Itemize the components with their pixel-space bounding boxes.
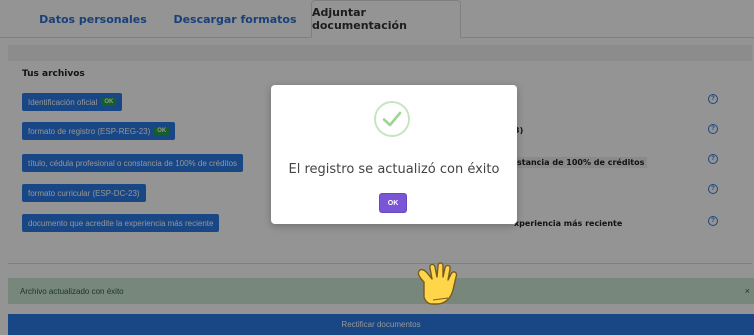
ok-button[interactable]: OK [379, 193, 407, 213]
check-circle-icon [374, 101, 410, 137]
success-modal: El registro se actualizó con éxito OK [271, 85, 517, 224]
hand-pointer-icon [417, 262, 458, 305]
modal-message: El registro se actualizó con éxito [288, 162, 500, 177]
